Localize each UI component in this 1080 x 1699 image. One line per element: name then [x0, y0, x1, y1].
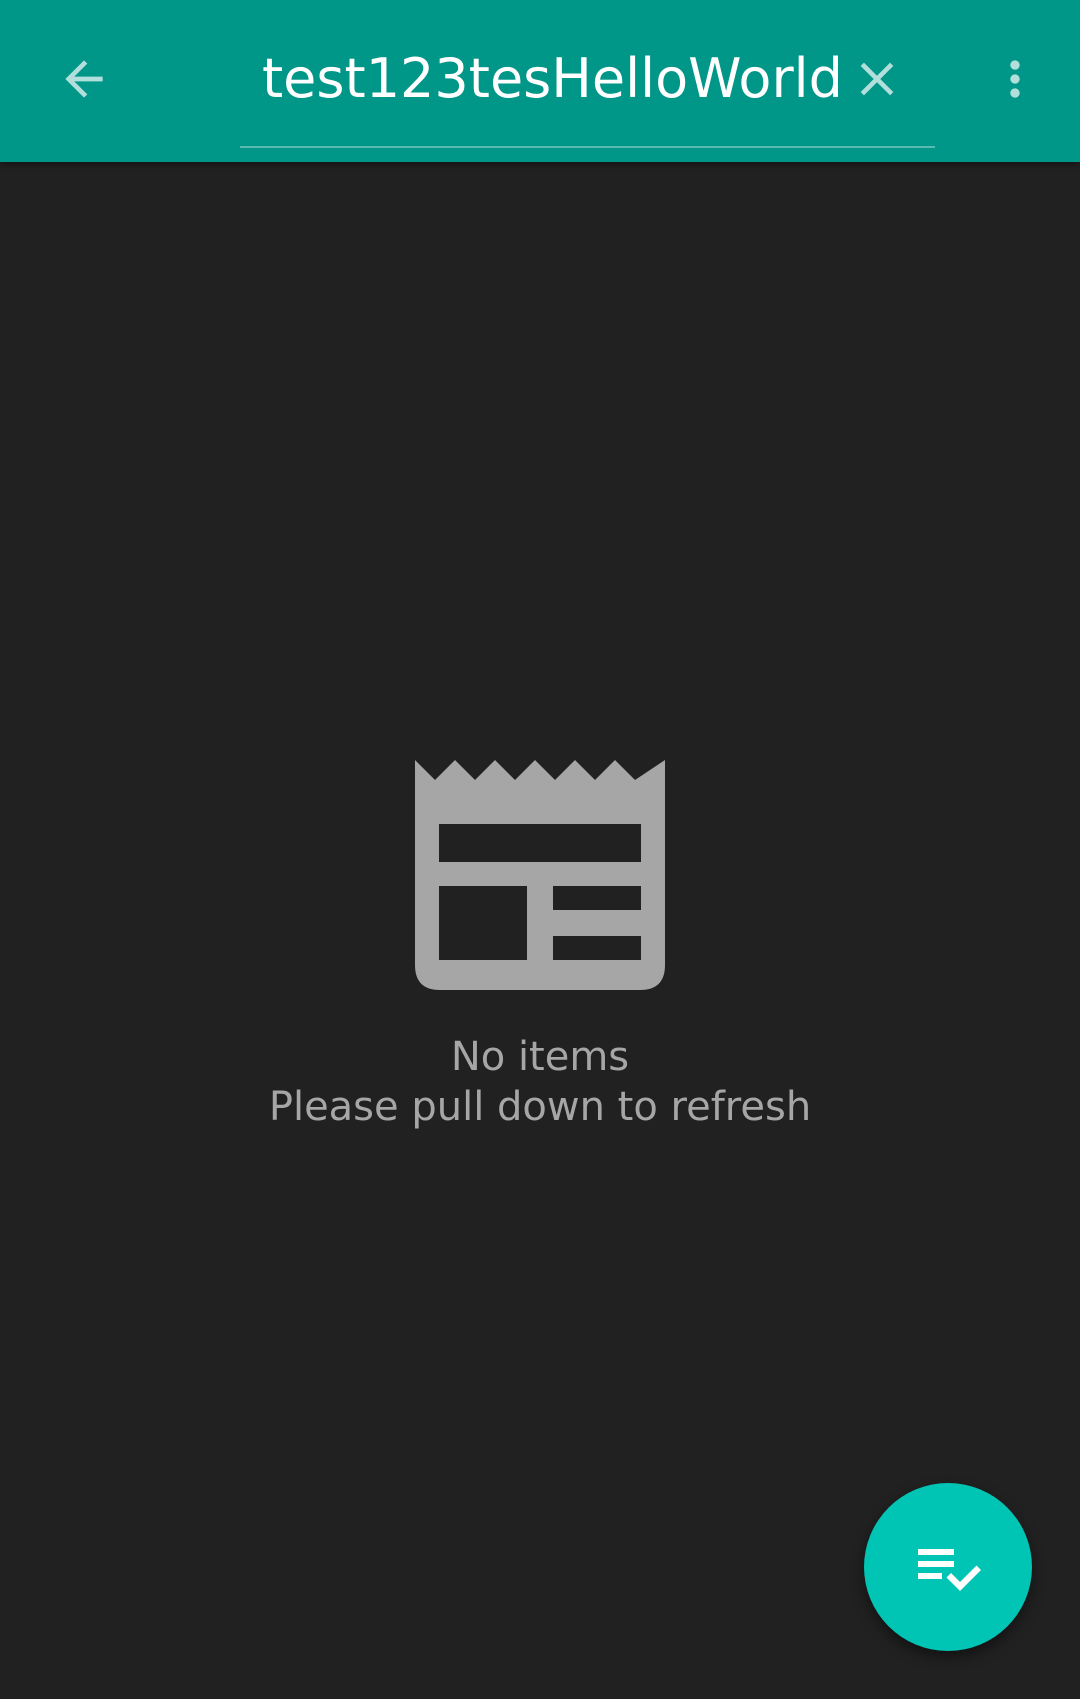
clear-search-button[interactable]: [838, 40, 916, 118]
playlist-check-icon: [918, 1549, 981, 1591]
search-underline: [240, 146, 935, 148]
receipt-newspaper-icon: [415, 760, 665, 990]
more-options-button[interactable]: [980, 40, 1050, 118]
more-vert-icon: [1010, 60, 1020, 98]
back-button[interactable]: [44, 42, 124, 116]
mark-all-done-fab[interactable]: [864, 1483, 1032, 1651]
empty-subtitle: Please pull down to refresh: [268, 1084, 812, 1130]
close-icon: [860, 62, 894, 96]
item-list[interactable]: No items Please pull down to refresh: [0, 162, 1080, 1699]
app-bar: [0, 0, 1080, 162]
search-field: [240, 0, 935, 162]
arrow-back-icon: [65, 60, 103, 98]
empty-state: No items Please pull down to refresh: [0, 760, 1080, 1132]
search-input[interactable]: [262, 30, 842, 126]
empty-title: No items: [450, 1034, 630, 1080]
